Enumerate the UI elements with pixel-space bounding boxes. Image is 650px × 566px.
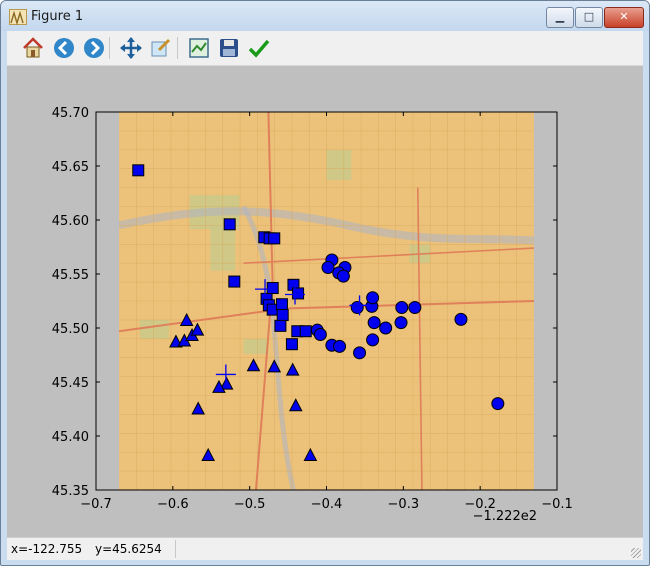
status-bar: x=-122.755 y=45.6254 [7,537,643,560]
circle-marker-17 [333,339,347,353]
square-marker-8 [266,282,279,295]
y-tick-label: 45.60 [52,214,89,229]
square-marker-17 [299,325,312,338]
circle-marker-2 [321,261,335,275]
y-tick-label: 45.55 [52,268,89,283]
cursor-y-readout: y=45.6254 [95,542,162,556]
circle-marker-5 [336,269,350,283]
toolbar-separator [177,37,178,59]
circle-marker-9 [367,316,381,330]
y-tick-label: 45.70 [52,106,89,121]
save-icon[interactable] [215,34,243,62]
home-icon[interactable] [19,34,47,62]
square-marker-15 [292,287,305,300]
circle-marker-11 [395,300,409,314]
y-tick-label: 45.45 [52,376,89,391]
x-tick-label: −0.4 [311,497,343,512]
circle-marker-6 [350,300,364,314]
title-bar[interactable]: Figure 1 ▁ □ ✕ [1,1,649,31]
circle-marker-19 [366,333,380,347]
circle-marker-8 [366,291,380,305]
square-marker-5 [268,232,281,245]
circle-marker-12 [408,300,422,314]
square-marker-18 [285,338,298,351]
y-tick-label: 45.65 [52,160,89,175]
figure-canvas[interactable]: −0.7 −0.6 −0.5 −0.4 −0.3 −0.2 −0.1 45.35 45.40 45… [7,66,643,537]
square-marker-13 [274,319,287,332]
circle-marker-13 [394,316,408,330]
toolbar [7,31,643,66]
figure-window: Figure 1 ▁ □ ✕ −0.7 −0.6 −0.5 −0.4 −0.3 … [0,0,650,566]
y-tick-label: 45.50 [52,322,89,337]
minimize-button[interactable]: ▁ [546,7,574,28]
x-tick-label: −0.6 [157,497,189,512]
pan-icon[interactable] [117,34,145,62]
window-title: Figure 1 [31,9,84,24]
x-tick-label: −0.1 [541,497,573,512]
map-background [118,111,535,491]
x-tick-label: −0.7 [80,497,112,512]
maximize-button[interactable]: □ [575,7,603,28]
subplots-icon[interactable] [185,34,213,62]
cursor-x-readout: x=-122.755 [11,542,83,556]
close-button[interactable]: ✕ [604,7,644,28]
x-tick-label: −0.3 [388,497,420,512]
square-marker-11 [275,298,288,311]
circle-marker-15 [313,327,327,341]
check-icon[interactable] [245,34,273,62]
square-marker-6 [228,275,241,288]
circle-marker-10 [379,321,393,335]
square-marker-12 [276,309,289,322]
toolbar-separator [109,37,110,59]
forward-arrow-icon[interactable] [80,34,108,62]
map-features [118,111,535,491]
zoom-icon[interactable] [147,34,175,62]
square-marker-1 [132,164,145,177]
y-tick-label: 45.35 [52,484,89,499]
scatter-chart[interactable]: −0.7 −0.6 −0.5 −0.4 −0.3 −0.2 −0.145.3545.4045… [7,66,643,537]
status-separator [175,540,176,558]
circle-marker-20 [454,312,468,326]
y-tick-label: 45.40 [52,430,89,445]
resize-grip[interactable] [631,548,641,558]
circle-marker-18 [353,346,367,360]
square-marker-2 [223,218,236,231]
x-offset-label: −1.222e2 [473,509,537,524]
back-arrow-icon[interactable] [50,34,78,62]
circle-marker-21 [491,397,505,411]
x-tick-label: −0.5 [234,497,266,512]
app-icon [9,9,27,26]
